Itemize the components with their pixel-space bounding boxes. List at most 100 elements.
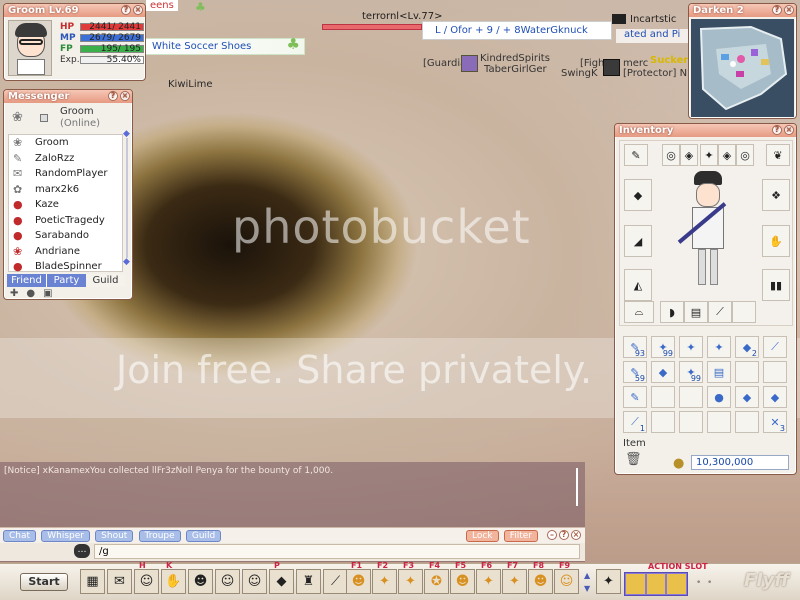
chat-tab-whisper[interactable]: Whisper <box>41 530 90 542</box>
pet-menu-icon[interactable]: P ◆ <box>269 561 294 594</box>
inventory-slot[interactable]: ◆ 2 <box>735 336 759 358</box>
costume-slot[interactable]: ▤ <box>684 301 708 323</box>
minimize-button[interactable]: – <box>547 530 557 540</box>
chat-bubble-icon[interactable]: … <box>74 544 90 558</box>
equipment-menu-icon[interactable]: ♜ <box>296 569 321 594</box>
skill-menu-icon[interactable]: K ✋ <box>161 561 186 594</box>
chat-scroll-track[interactable] <box>576 468 578 506</box>
minimap-canvas[interactable] <box>691 19 794 117</box>
hotbar-slot[interactable]: F7 ✦ <box>502 561 527 594</box>
friend-list-item[interactable]: ● BladeSpinner <box>9 259 122 275</box>
friend-list-item[interactable]: ● Sarabando <box>9 228 122 244</box>
cloak-slot[interactable]: ❦ <box>766 144 790 166</box>
friend-list[interactable]: ❀ Groom ✎ ZaloRzz ✉ RandomPlayer ✿ marx2k6 ● Kaze… <box>8 134 123 275</box>
friend-list-item[interactable]: ✉ RandomPlayer <box>9 166 122 182</box>
earring-slot[interactable]: ◈ <box>680 144 698 166</box>
close-button[interactable]: × <box>571 530 581 540</box>
necklace-slot[interactable]: ✦ <box>700 144 718 166</box>
action-slot[interactable]: ACTION SLOT • • <box>624 562 734 600</box>
skill-slot-icon[interactable]: ✦ <box>596 569 621 594</box>
action-skill-icon[interactable] <box>667 574 687 594</box>
action-slot-bar[interactable] <box>624 572 688 596</box>
bracelet-slot[interactable]: ◈ <box>718 144 736 166</box>
ring-slot[interactable]: ◎ <box>662 144 680 166</box>
inventory-slot[interactable]: ✎ 59 <box>623 361 647 383</box>
inventory-slot[interactable]: ⟋ <box>763 336 787 358</box>
boots-slot[interactable]: ▮▮ <box>762 269 790 301</box>
inventory-slot[interactable] <box>735 411 759 433</box>
chat-tab-shout[interactable]: Shout <box>95 530 134 542</box>
messenger-window[interactable]: Messenger ? × ❀ Groom (Online) ❀ Groom ✎ Za… <box>3 89 133 300</box>
info-icon[interactable]: ● <box>26 288 35 299</box>
inventory-slot[interactable]: ● <box>707 386 731 408</box>
hotbar-slot[interactable]: F6 ✦ <box>476 561 501 594</box>
amulet-slot[interactable]: ◎ <box>736 144 754 166</box>
inventory-grid[interactable]: ✎ 93 ✦ 99 ✦ ✦ ◆ 2 ⟋ ✎ 59 ◆ ✦ 99 ▤ ✎ ● ◆ ◆ ⟋ 1 ✕ 3 <box>619 332 793 436</box>
add-friend-icon[interactable]: ✚ <box>10 288 18 299</box>
inventory-slot[interactable]: ◆ <box>651 361 675 383</box>
inventory-slot[interactable]: ✎ 93 <box>623 336 647 358</box>
suit-slot[interactable]: ❖ <box>762 179 790 211</box>
staff-menu-icon[interactable]: ⟋ <box>323 569 348 594</box>
inventory-slot[interactable]: ✎ <box>623 386 647 408</box>
friend-list-item[interactable]: ✿ marx2k6 <box>9 182 122 198</box>
messenger-titlebar[interactable]: Messenger ? × <box>4 90 132 103</box>
friend-list-item[interactable]: ✎ ZaloRzz <box>9 151 122 167</box>
chat-tab-troupe[interactable]: Troupe <box>138 530 181 542</box>
mail-icon[interactable]: ▣ <box>43 288 52 299</box>
character-menu-icon[interactable]: ▦ <box>80 569 105 594</box>
hotbar-slot[interactable]: F9 ☺ <box>554 561 579 594</box>
glasses-slot[interactable]: ⌓ <box>624 301 654 323</box>
inventory-slot[interactable] <box>707 411 731 433</box>
shield-slot[interactable]: ◆ <box>624 179 652 211</box>
help-button[interactable]: ? <box>772 5 782 15</box>
inventory-slot[interactable]: ✦ 99 <box>651 336 675 358</box>
close-button[interactable]: × <box>133 5 143 15</box>
help-button[interactable]: ? <box>772 125 782 135</box>
hotbar-slot[interactable]: F3 ✦ <box>398 561 423 594</box>
emote-menu-icon[interactable]: ☻ <box>188 569 213 594</box>
mask-slot[interactable]: ◭ <box>624 269 652 301</box>
chat-tab-guild[interactable]: Guild <box>185 530 222 542</box>
tab-party[interactable]: Party <box>46 274 86 287</box>
inventory-slot[interactable] <box>651 411 675 433</box>
help-button[interactable]: ? <box>559 530 569 540</box>
tab-friend[interactable]: Friend <box>7 274 46 287</box>
inventory-slot[interactable]: ✦ <box>679 336 703 358</box>
hotbar-slot[interactable]: F5 ☻ <box>450 561 475 594</box>
inventory-slot[interactable]: ▤ <box>707 361 731 383</box>
scroll-track[interactable] <box>126 138 128 258</box>
inventory-slot[interactable]: ✦ <box>707 336 731 358</box>
close-button[interactable]: × <box>784 125 794 135</box>
inventory-slot[interactable]: ⟋ 1 <box>623 411 647 433</box>
inventory-slot[interactable]: ✦ 99 <box>679 361 703 383</box>
settings-icon[interactable] <box>40 114 48 122</box>
chat-filter-button[interactable]: Filter <box>503 530 539 542</box>
minimap-titlebar[interactable]: Darken 2 ? × <box>689 4 796 17</box>
hotbar-page-arrows[interactable]: ▲ ▼ <box>584 569 594 595</box>
gloves-slot[interactable]: ✋ <box>762 225 790 257</box>
hotbar-slot[interactable]: F2 ✦ <box>372 561 397 594</box>
inventory-slot[interactable]: ✕ 3 <box>763 411 787 433</box>
hat-slot[interactable]: ◗ <box>660 301 684 323</box>
friend-list-item[interactable]: ❀ Groom <box>9 135 122 151</box>
inventory-slot[interactable] <box>735 361 759 383</box>
action-skill-icon[interactable] <box>626 574 645 594</box>
status-window[interactable]: Groom Lv.69 ? × HP 2441/ 2441 MP 2679/ 2… <box>3 3 146 81</box>
inventory-slot[interactable] <box>679 411 703 433</box>
inventory-slot[interactable] <box>651 386 675 408</box>
inventory-slot[interactable] <box>763 361 787 383</box>
help-button[interactable]: ? <box>108 91 118 101</box>
inventory-titlebar[interactable]: Inventory ? × <box>615 124 796 137</box>
action-skill-icon[interactable] <box>646 574 666 594</box>
inventory-slot[interactable] <box>679 386 703 408</box>
weapon-slot[interactable]: ✎ <box>624 144 648 166</box>
scroll-down-icon[interactable]: ◆ <box>123 258 131 267</box>
chat-scrollbar[interactable] <box>573 468 581 508</box>
inventory-window[interactable]: Inventory ? × ✎ ◎ ◈ ✦ ◈ ◎ ❦ ◆ ◢ ◭ ❖ ✋ ▮▮… <box>614 123 797 475</box>
hotbar-slot[interactable]: F8 ☻ <box>528 561 553 594</box>
hotbar-slot[interactable]: F1 ☻ <box>346 561 371 594</box>
friend-list-item[interactable]: ❀ Andriane <box>9 244 122 260</box>
motion-menu-icon[interactable]: ☺ <box>215 569 240 594</box>
costume-extra-slot[interactable] <box>732 301 756 323</box>
